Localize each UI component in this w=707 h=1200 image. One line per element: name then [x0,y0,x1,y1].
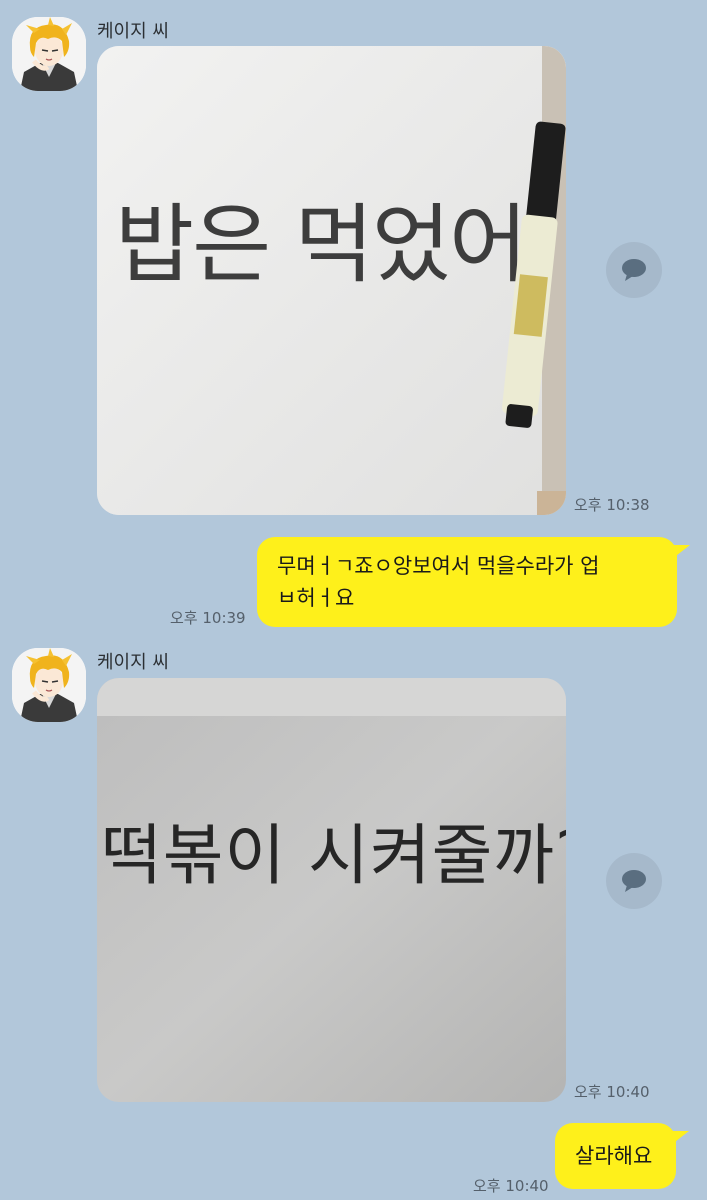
message-text-line: ㅂ허ㅓ요 [277,586,355,610]
whiteboard-photo: 밥은 먹었어 [97,46,566,515]
message-time: 오후 10:39 [170,609,246,627]
photo-handwriting: 떡볶이 시켜줄까? [101,817,566,894]
photo-message[interactable]: 떡볶이 시켜줄까? [97,678,566,1102]
message-time: 오후 10:38 [574,496,650,514]
photo-handwriting: 밥은 먹었어 [115,195,526,295]
message-text: 살라해요 [575,1144,653,1168]
sender-name: 케이지 씨 [97,21,169,42]
my-message-bubble[interactable]: 무며ㅓㄱ죠ㅇ앙보여서 먹을수라가 업 ㅂ허ㅓ요 [257,537,677,627]
sender-name: 케이지 씨 [97,652,169,673]
photo-message[interactable]: 밥은 먹었어 [97,46,566,515]
share-button[interactable] [606,853,662,909]
bubble-tail [671,1131,689,1145]
my-message-bubble[interactable]: 살라해요 [555,1123,676,1189]
anime-character-avatar-icon [12,17,86,91]
message-time: 오후 10:40 [574,1083,650,1101]
speech-bubble-icon [622,259,646,281]
share-button[interactable] [606,242,662,298]
message-text-line: 무며ㅓㄱ죠ㅇ앙보여서 먹을수라가 업 [277,554,600,578]
whiteboard-photo: 떡볶이 시켜줄까? [97,678,566,1102]
sender-avatar[interactable] [12,17,86,91]
anime-character-avatar-icon [12,648,86,722]
speech-bubble-icon [622,870,646,892]
sender-avatar[interactable] [12,648,86,722]
bubble-tail [672,545,690,559]
message-time: 오후 10:40 [473,1177,549,1195]
